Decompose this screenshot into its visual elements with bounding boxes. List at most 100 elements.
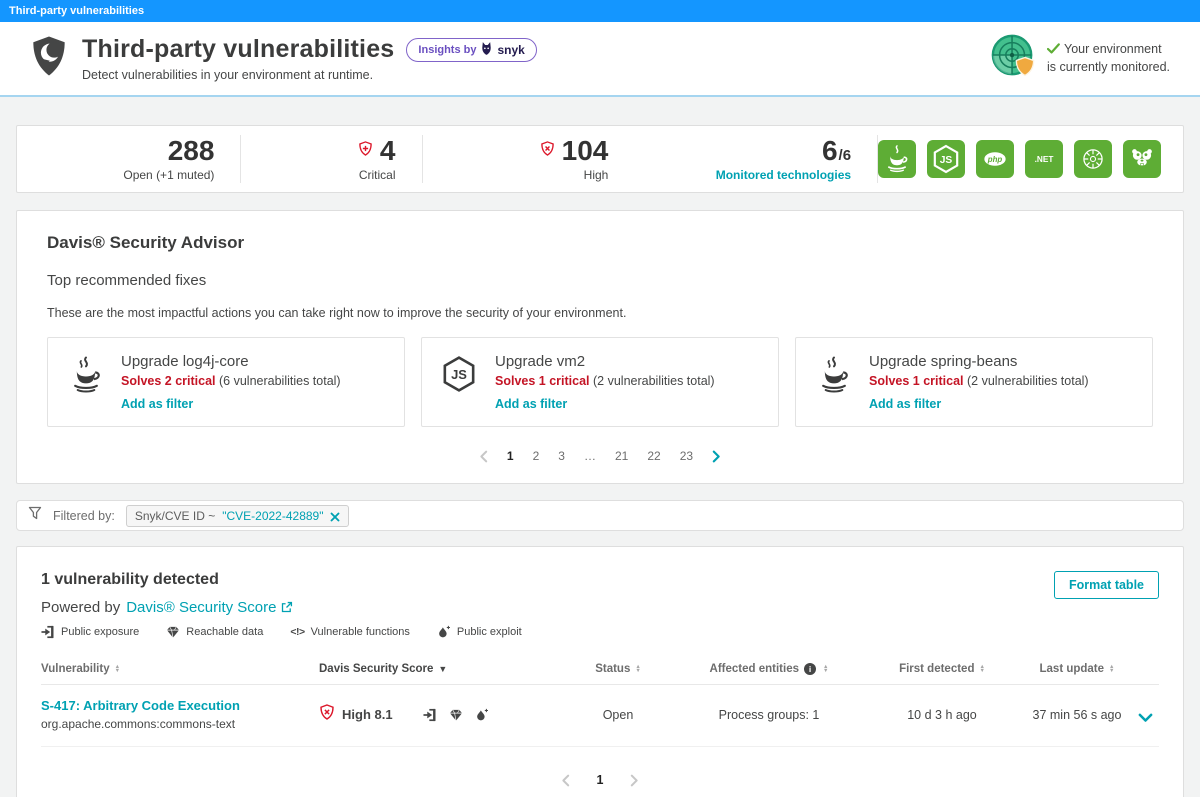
column-header-vulnerability[interactable]: Vulnerability ▲▼ [41,663,319,675]
column-header-last-update[interactable]: Last update ▲▼ [1023,663,1131,675]
filter-value: "CVE-2022-42889" [222,509,323,523]
java-icon [66,355,106,395]
vulns-total: (2 vulnerabilities total) [967,374,1089,388]
svg-text:php: php [987,155,1003,164]
vulns-total: (6 vulnerabilities total) [219,374,341,388]
column-header-status[interactable]: Status ▲▼ [559,663,677,675]
expand-row-chevron-icon[interactable] [1138,710,1153,720]
column-header-first-detected[interactable]: First detected ▲▼ [861,663,1023,675]
sort-icon: ▲▼ [1109,665,1114,674]
legend-public-exploit: Public exploit [437,625,522,639]
format-table-button[interactable]: Format table [1054,571,1159,599]
dotnet-icon[interactable]: .NET [1025,140,1063,178]
vulnerable-component: org.apache.commons:commons-text [41,717,319,731]
public-exposure-icon [423,708,437,722]
advisor-subtitle: Top recommended fixes [47,272,1153,289]
critical-label: Critical [359,168,396,182]
filter-funnel-icon [28,506,42,525]
nodejs-icon: JS [440,355,480,395]
next-page-icon[interactable] [712,450,721,463]
page-1[interactable]: 1 [507,449,514,463]
vulnerabilities-section: 1 vulnerability detected Powered by Davi… [16,546,1184,797]
high-count: 104 [562,136,609,165]
java-icon[interactable] [878,140,916,178]
column-header-davis-security-score[interactable]: Davis Security Score ▼ [319,663,559,675]
app-security-shield-icon [30,35,68,82]
powered-by-label: Powered by [41,599,120,616]
table-pagination: 1 [41,773,1159,787]
info-icon[interactable]: i [804,663,816,675]
add-as-filter-link[interactable]: Add as filter [869,397,1089,411]
external-link-icon [280,601,293,614]
solves-critical: Solves 2 critical [121,374,216,388]
monitored-technologies-link[interactable]: Monitored technologies [716,168,851,182]
vulnerability-link[interactable]: S-417: Arbitrary Code Execution [41,698,319,713]
fix-title: Upgrade spring-beans [869,353,1089,370]
davis-security-advisor-section: Davis® Security Advisor Top recommended … [16,210,1184,484]
public-exposure-icon [41,625,55,639]
critical-count: 4 [380,136,396,165]
fix-card-vm2[interactable]: JS Upgrade vm2 Solves 1 critical (2 vuln… [421,337,779,427]
first-detected-value: 10 d 3 h ago [861,708,1023,722]
solves-critical: Solves 1 critical [495,374,590,388]
fix-title: Upgrade vm2 [495,353,715,370]
kubernetes-icon[interactable] [1074,140,1112,178]
score-flags [423,708,489,722]
vulns-total: (2 vulnerabilities total) [593,374,715,388]
page-1[interactable]: 1 [597,773,604,787]
reachable-data-icon [166,625,180,639]
page-22[interactable]: 22 [647,449,660,463]
page-23[interactable]: 23 [680,449,693,463]
fix-card-log4j[interactable]: Upgrade log4j-core Solves 2 critical (6 … [47,337,405,427]
remove-filter-icon[interactable] [330,511,340,521]
snyk-logo-icon [481,42,492,58]
davis-security-score-link[interactable]: Davis® Security Score [126,599,293,616]
add-as-filter-link[interactable]: Add as filter [121,397,341,411]
stat-high: 104 High [422,126,634,192]
high-severity-shield-icon [540,141,555,161]
previous-page-icon[interactable] [561,774,570,787]
status-value: Open [559,708,677,722]
go-icon[interactable] [1123,140,1161,178]
open-count: 288 [168,136,215,165]
summary-stats-bar: 288 Open (+1 muted) 4 Critical [16,125,1184,193]
affected-entities-value: Process groups: 1 [677,708,861,722]
column-header-affected-entities[interactable]: Affected entities i ▲▼ [677,663,861,675]
fix-card-spring-beans[interactable]: Upgrade spring-beans Solves 1 critical (… [795,337,1153,427]
legend-reachable-data: Reachable data [166,625,263,639]
svg-text:JS: JS [940,155,953,166]
stat-critical: 4 Critical [241,126,421,192]
filtered-by-label: Filtered by: [53,509,115,523]
last-update-value: 37 min 56 s ago [1023,708,1131,722]
public-exploit-icon [437,625,451,639]
stat-monitored-technologies: 6 /6 Monitored technologies [634,126,877,192]
page-21[interactable]: 21 [615,449,628,463]
filter-chip[interactable]: Snyk/CVE ID ~ "CVE-2022-42889" [126,505,350,527]
insights-by-snyk-badge[interactable]: Insights by snyk [406,38,536,62]
sort-icon: ▲▼ [979,665,984,674]
legend-public-exposure: Public exposure [41,625,139,639]
filter-field: Snyk/CVE ID ~ [135,509,215,523]
java-icon [814,355,854,395]
sort-icon: ▲▼ [635,665,640,674]
page-3[interactable]: 3 [558,449,565,463]
page-2[interactable]: 2 [533,449,540,463]
nodejs-icon[interactable]: JS [927,140,965,178]
fix-title: Upgrade log4j-core [121,353,341,370]
check-icon [1047,42,1060,60]
snyk-wordmark: snyk [497,43,524,57]
php-icon[interactable]: php [976,140,1014,178]
top-bar: Third-party vulnerabilities [0,0,1200,22]
svg-text:.NET: .NET [1035,155,1054,164]
next-page-icon[interactable] [630,774,639,787]
critical-severity-shield-icon [358,141,373,161]
add-as-filter-link[interactable]: Add as filter [495,397,715,411]
previous-page-icon[interactable] [479,450,488,463]
page-ellipsis: … [584,449,596,463]
svg-text:JS: JS [451,367,467,382]
sort-icon: ▲▼ [823,665,828,674]
advisor-description: These are the most impactful actions you… [47,306,1153,320]
vulnerable-functions-icon: <!> [290,626,304,638]
filter-bar[interactable]: Filtered by: Snyk/CVE ID ~ "CVE-2022-428… [16,500,1184,531]
page-header: Third-party vulnerabilities Insights by … [0,22,1200,97]
